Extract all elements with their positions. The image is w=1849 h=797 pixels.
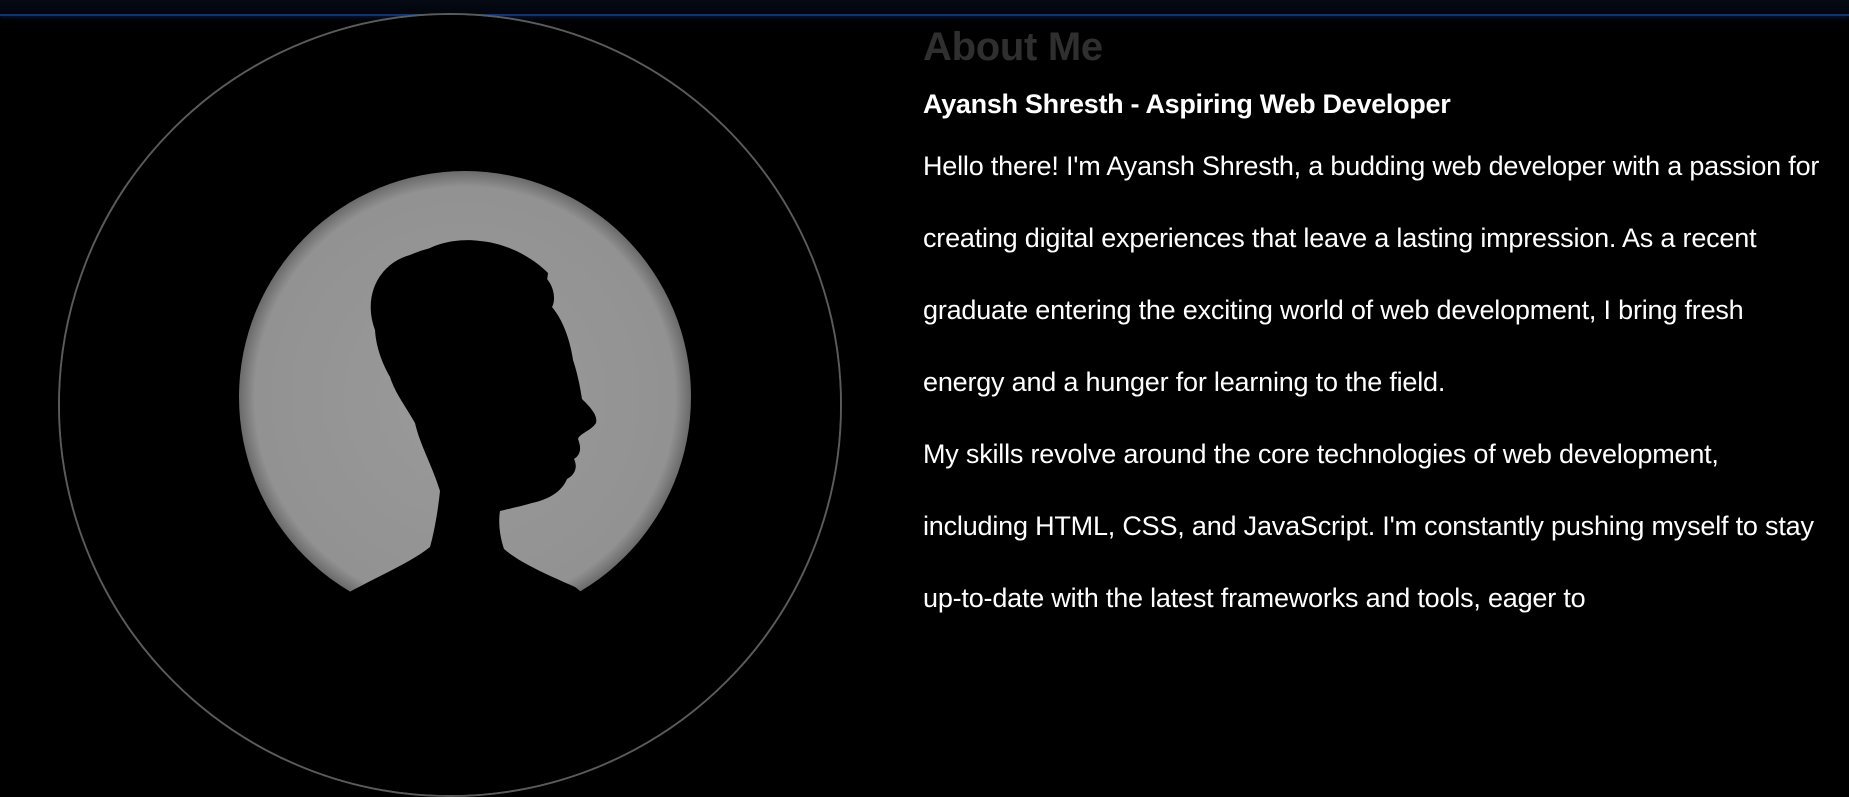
about-paragraph-skills: My skills revolve around the core techno… bbox=[923, 439, 1814, 613]
about-section: About Me Ayansh Shresth - Aspiring Web D… bbox=[923, 20, 1823, 634]
top-nav-bar bbox=[0, 0, 1849, 16]
person-silhouette-icon bbox=[60, 15, 840, 795]
about-subtitle: Ayansh Shresth - Aspiring Web Developer bbox=[923, 89, 1451, 119]
about-paragraph-intro: Hello there! I'm Ayansh Shresth, a buddi… bbox=[923, 151, 1820, 397]
about-title: About Me bbox=[923, 25, 1103, 69]
profile-photo bbox=[58, 13, 842, 797]
